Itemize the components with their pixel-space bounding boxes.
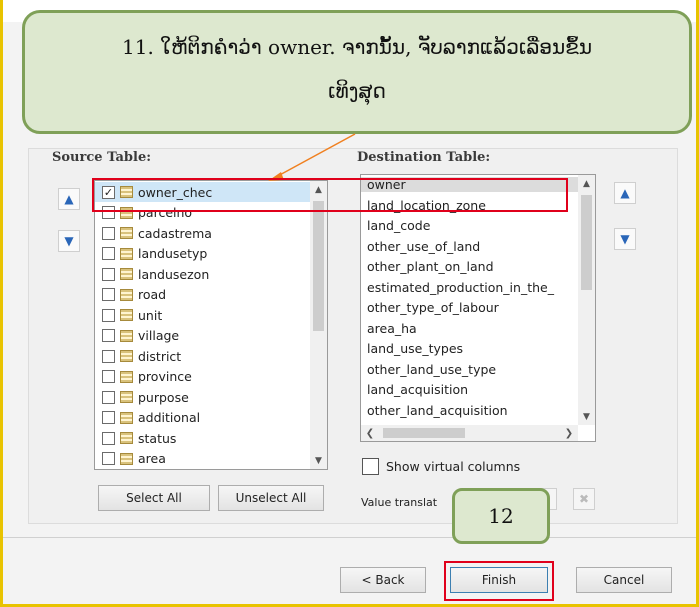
table-icon <box>120 309 133 321</box>
destination-column-item[interactable]: land_acquisition <box>367 382 468 397</box>
source-table-row[interactable]: area <box>95 449 312 469</box>
instruction-callout: 11. ໃຫ້ຕິກຄຳວ່າ owner. ຈາກນັ້ນ, ຈັບລາກແລ… <box>22 10 692 134</box>
footer-divider <box>3 537 696 538</box>
table-icon <box>120 227 133 239</box>
destination-horizontal-scrollbar[interactable]: ❮ ❯ <box>361 425 578 441</box>
source-table-row[interactable]: cadastrema <box>95 223 312 243</box>
unselect-all-button[interactable]: Unselect All <box>218 485 324 511</box>
destination-table-label: Destination Table: <box>357 150 491 165</box>
show-virtual-columns-label: Show virtual columns <box>386 459 521 474</box>
arrow-up-icon: ▲ <box>620 186 630 200</box>
arrow-down-icon: ▼ <box>64 234 74 248</box>
destination-column-item[interactable]: area_ha <box>367 321 417 336</box>
source-table-row[interactable]: status <box>95 428 312 448</box>
table-name: landusetyp <box>138 246 208 261</box>
value-translate-label: Value translat <box>361 496 438 509</box>
destination-column-item[interactable]: estimated_production_in_the_ <box>367 280 554 295</box>
table-name: province <box>138 369 192 384</box>
table-checkbox[interactable] <box>102 329 115 342</box>
table-name: landusezon <box>138 266 210 282</box>
show-virtual-columns-checkbox[interactable] <box>362 458 379 475</box>
source-table-row[interactable]: province <box>95 367 312 387</box>
table-checkbox[interactable] <box>102 247 115 260</box>
destination-list-scrollbar[interactable]: ▲ ▼ <box>578 175 595 425</box>
table-icon <box>120 288 133 301</box>
hscroll-thumb[interactable] <box>383 428 465 438</box>
step-number: 12 <box>488 504 514 528</box>
table-checkbox[interactable] <box>102 226 115 240</box>
source-table-row[interactable]: landusezon <box>95 264 312 284</box>
instruction-line-2: ເທິງສຸດ <box>328 79 386 103</box>
source-table-row[interactable]: road <box>95 285 312 305</box>
source-table-list[interactable]: ✓ owner_chec parcelno cadastrema landusetyp l… <box>94 180 328 470</box>
table-icon <box>120 452 133 465</box>
table-name: purpose <box>138 389 189 405</box>
source-table-row[interactable]: landusetyp <box>95 244 312 264</box>
table-name: district <box>138 348 182 364</box>
table-icon <box>120 411 133 424</box>
source-table-row[interactable]: unit <box>95 305 312 325</box>
destination-move-down-button[interactable]: ▼ <box>614 228 636 250</box>
scroll-down-icon[interactable]: ▼ <box>578 408 595 425</box>
source-table-row[interactable]: district <box>95 346 312 366</box>
source-table-label: Source Table: <box>52 150 152 165</box>
table-name: cadastrema <box>138 225 212 241</box>
table-name: additional <box>138 410 201 425</box>
scroll-left-icon[interactable]: ❮ <box>363 425 377 441</box>
destination-table-list[interactable]: owner land_location_zone land_code other_us… <box>360 174 596 442</box>
source-table-row[interactable]: village <box>95 326 312 346</box>
table-icon <box>120 247 133 260</box>
back-button[interactable]: < Back <box>340 567 426 593</box>
finish-highlight-box <box>444 561 554 601</box>
table-icon <box>120 432 133 444</box>
scroll-thumb[interactable] <box>581 195 592 290</box>
table-checkbox[interactable] <box>102 308 115 322</box>
table-name: area <box>138 451 166 466</box>
table-checkbox[interactable] <box>102 431 115 445</box>
cancel-button[interactable]: Cancel <box>576 567 672 593</box>
destination-column-item[interactable]: land_use_types <box>367 341 463 356</box>
table-name: unit <box>138 307 163 323</box>
table-icon <box>120 391 133 403</box>
table-checkbox[interactable] <box>102 288 115 301</box>
source-table-row[interactable]: purpose <box>95 387 312 407</box>
move-down-button[interactable]: ▼ <box>58 230 80 252</box>
instruction-line-1: 11. ໃຫ້ຕິກຄຳວ່າ owner. ຈາກນັ້ນ, ຈັບລາກແລ… <box>122 35 592 59</box>
table-checkbox[interactable] <box>102 390 115 404</box>
destination-move-up-button[interactable]: ▲ <box>614 182 636 204</box>
destination-column-item[interactable]: land_code <box>367 218 430 233</box>
table-icon <box>120 329 133 342</box>
table-name: status <box>138 430 177 446</box>
destination-column-item[interactable]: other_type_of_labour <box>367 300 499 315</box>
destination-column-item[interactable]: other_land_acquisition <box>367 403 508 418</box>
arrow-up-icon: ▲ <box>64 192 74 206</box>
clear-icon[interactable]: ✖ <box>573 488 595 510</box>
destination-column-item[interactable]: other_use_of_land <box>367 239 480 254</box>
table-checkbox[interactable] <box>102 370 115 383</box>
scroll-down-icon[interactable]: ▼ <box>310 452 327 469</box>
scroll-up-icon[interactable]: ▲ <box>578 175 595 192</box>
table-icon <box>120 370 133 383</box>
table-icon <box>120 268 133 280</box>
move-up-button[interactable]: ▲ <box>58 188 80 210</box>
table-checkbox[interactable] <box>102 349 115 363</box>
owner-highlight-box <box>92 178 568 212</box>
arrow-down-icon: ▼ <box>620 232 630 246</box>
step-12-badge: 12 <box>452 488 550 544</box>
select-all-button[interactable]: Select All <box>98 485 210 511</box>
destination-column-item[interactable]: other_land_use_type <box>367 362 496 377</box>
scroll-thumb[interactable] <box>313 201 324 331</box>
destination-column-item[interactable]: other_plant_on_land <box>367 259 494 274</box>
table-checkbox[interactable] <box>102 411 115 424</box>
table-checkbox[interactable] <box>102 452 115 465</box>
table-icon <box>120 350 133 362</box>
table-name: village <box>138 328 180 343</box>
source-table-row[interactable]: additional <box>95 408 312 428</box>
source-list-scrollbar[interactable]: ▲ ▼ <box>310 181 327 469</box>
scroll-right-icon[interactable]: ❯ <box>562 425 576 441</box>
table-checkbox[interactable] <box>102 267 115 281</box>
table-name: road <box>138 287 167 302</box>
